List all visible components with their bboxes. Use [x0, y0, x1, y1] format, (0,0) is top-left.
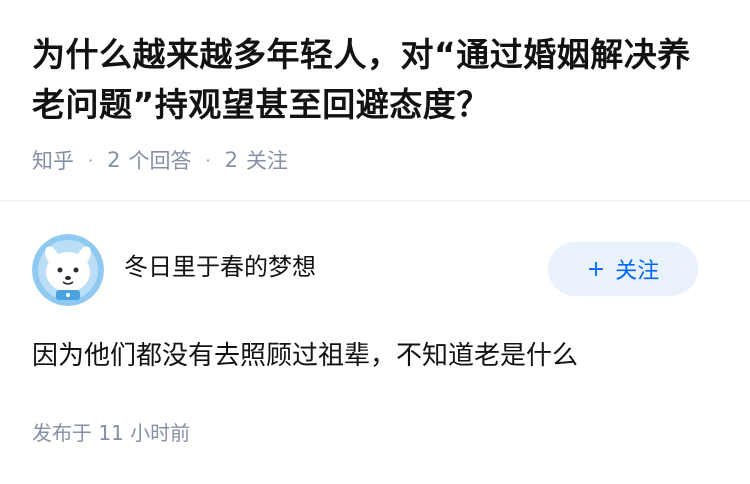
- author-name[interactable]: 冬日里于春的梦想: [124, 249, 316, 285]
- author-avatar[interactable]: [32, 234, 104, 306]
- follow-button[interactable]: + 关注: [548, 242, 698, 296]
- source-label[interactable]: 知乎: [32, 145, 74, 175]
- answers-count: 2: [107, 148, 121, 172]
- publish-time: 11 小时前: [98, 421, 191, 445]
- divider: [0, 200, 750, 201]
- separator-dot: ·: [205, 150, 211, 170]
- follow-button-label: 关注: [615, 259, 660, 284]
- cartoon-astronaut-avatar-icon: [32, 234, 104, 306]
- publish-label: 发布于: [32, 421, 92, 445]
- answer-card-page: 为什么越来越多年轻人，对“通过婚姻解决养老问题”持观望甚至回避态度？ 知乎 · …: [0, 0, 750, 484]
- publish-info: 发布于 11 小时前: [32, 418, 190, 448]
- question-meta: 知乎 · 2 个回答 · 2 关注: [32, 144, 288, 176]
- follow-count-label: 关注: [245, 149, 288, 173]
- plus-icon: +: [586, 256, 606, 282]
- answer-content[interactable]: 因为他们都没有去照顾过祖辈，不知道老是什么: [32, 336, 578, 376]
- answers-label: 个回答: [128, 149, 192, 173]
- separator-dot: ·: [88, 150, 94, 170]
- follow-count: 2: [224, 148, 238, 172]
- question-title[interactable]: 为什么越来越多年轻人，对“通过婚姻解决养老问题”持观望甚至回避态度？: [32, 30, 722, 130]
